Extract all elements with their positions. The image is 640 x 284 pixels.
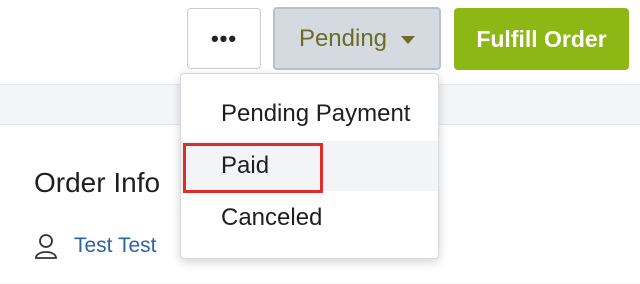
status-dropdown-menu: Pending Payment Paid Canceled: [180, 73, 439, 259]
menu-item-pending-payment[interactable]: Pending Payment: [181, 89, 438, 139]
order-toolbar: ••• Pending Fulfill Order: [0, 0, 640, 84]
fulfill-order-label: Fulfill Order: [476, 25, 607, 52]
person-icon: [35, 234, 57, 259]
status-dropdown-button[interactable]: Pending: [273, 7, 441, 70]
ellipsis-icon: •••: [210, 25, 238, 51]
fulfill-order-button[interactable]: Fulfill Order: [454, 8, 629, 70]
customer-link[interactable]: Test Test: [74, 234, 156, 258]
status-label: Pending: [298, 24, 388, 52]
more-actions-button[interactable]: •••: [187, 8, 261, 69]
caret-down-icon: [401, 35, 416, 44]
menu-item-paid[interactable]: Paid: [181, 141, 438, 191]
card-title: Order Info: [34, 167, 161, 198]
customer-row: Test Test: [34, 233, 156, 259]
menu-item-canceled[interactable]: Canceled: [181, 193, 438, 243]
